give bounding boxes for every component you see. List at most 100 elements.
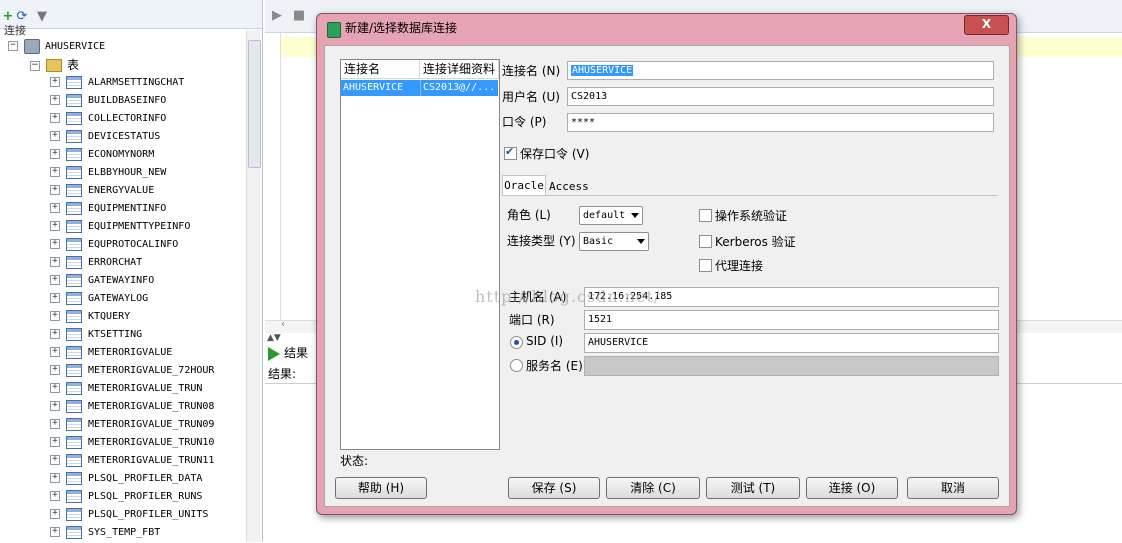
table-node[interactable]: + SYS_TEMP_FBT — [50, 524, 160, 542]
expand-icon[interactable]: + — [50, 293, 60, 303]
column-header-details[interactable]: 连接详细资料 — [420, 60, 499, 79]
connection-list[interactable]: 连接名 连接详细资料 AHUSERVICE CS2013@//... — [340, 59, 500, 450]
table-node[interactable]: + KTQUERY — [50, 308, 130, 326]
expand-icon[interactable]: + — [50, 401, 60, 411]
save-password-checkbox[interactable] — [504, 145, 517, 160]
table-node[interactable]: + METERORIGVALUE_TRUN — [50, 380, 202, 398]
expand-icon[interactable]: + — [50, 329, 60, 339]
table-node[interactable]: + GATEWAYLOG — [50, 290, 148, 308]
table-node[interactable]: + METERORIGVALUE_TRUN10 — [50, 434, 214, 452]
table-node[interactable]: + GATEWAYINFO — [50, 272, 154, 290]
table-node[interactable]: + PLSQL_PROFILER_DATA — [50, 470, 202, 488]
table-node[interactable]: + PLSQL_PROFILER_UNITS — [50, 506, 208, 524]
expand-icon[interactable]: + — [50, 383, 60, 393]
table-icon — [66, 453, 82, 467]
expand-icon[interactable]: + — [50, 473, 60, 483]
column-header-name[interactable]: 连接名 — [341, 60, 420, 79]
service-name-radio[interactable] — [510, 359, 523, 372]
expand-icon[interactable]: + — [50, 527, 60, 537]
expand-icon[interactable]: + — [50, 131, 60, 141]
table-node[interactable]: + EQUIPMENTINFO — [50, 200, 166, 218]
password-label: 口令 (P) — [502, 115, 547, 129]
expand-icon[interactable]: + — [50, 113, 60, 123]
tree-root-node[interactable]: − AHUSERVICE — [8, 38, 105, 56]
collapse-icon[interactable]: − — [8, 41, 18, 51]
test-button[interactable]: 测试 (T) — [706, 477, 800, 499]
table-node[interactable]: + DEVICESTATUS — [50, 128, 160, 146]
table-node[interactable]: + EQUPROTOCALINFO — [50, 236, 178, 254]
table-label: PLSQL_PROFILER_RUNS — [88, 491, 203, 502]
expand-icon[interactable]: + — [50, 185, 60, 195]
close-button[interactable]: X — [964, 15, 1009, 35]
expand-icon[interactable]: + — [50, 491, 60, 501]
connect-button[interactable]: 连接 (O) — [806, 477, 898, 499]
connection-row-details[interactable]: CS2013@//... — [420, 80, 498, 96]
conn-name-input[interactable]: AHUSERVICE — [567, 61, 994, 80]
expand-icon[interactable]: + — [50, 365, 60, 375]
help-button[interactable]: 帮助 (H) — [335, 477, 427, 499]
save-button[interactable]: 保存 (S) — [508, 477, 600, 499]
scrollbar-thumb[interactable] — [248, 40, 261, 168]
table-icon — [66, 363, 82, 377]
expand-icon[interactable]: + — [50, 275, 60, 285]
table-node[interactable]: + ELBBYHOUR_NEW — [50, 164, 166, 182]
table-node[interactable]: + METERORIGVALUE_TRUN09 — [50, 416, 214, 434]
table-node[interactable]: + EQUIPMENTTYPEINFO — [50, 218, 190, 236]
table-icon — [66, 435, 82, 449]
tab-oracle[interactable]: Oracle — [502, 175, 546, 195]
expand-icon[interactable]: + — [50, 311, 60, 321]
table-node[interactable]: + PLSQL_PROFILER_RUNS — [50, 488, 202, 506]
scroll-left-icon[interactable]: ‹ — [281, 319, 285, 330]
filter-icon[interactable]: ▼ — [34, 9, 50, 25]
sid-input[interactable]: AHUSERVICE — [584, 333, 999, 353]
splitter-arrows-icon[interactable]: ▲▼ — [267, 333, 281, 343]
expand-icon[interactable]: + — [50, 167, 60, 177]
expand-icon[interactable]: + — [50, 149, 60, 159]
collapse-icon[interactable]: − — [30, 60, 40, 71]
table-icon — [66, 525, 82, 539]
tree-scrollbar[interactable] — [246, 30, 261, 542]
table-node[interactable]: + ENERGYVALUE — [50, 182, 154, 200]
expand-icon[interactable]: + — [50, 419, 60, 429]
expand-icon[interactable]: + — [50, 509, 60, 519]
table-node[interactable]: + METERORIGVALUE_TRUN08 — [50, 398, 214, 416]
table-label: BUILDBASEINFO — [88, 95, 167, 106]
table-node[interactable]: + BUILDBASEINFO — [50, 92, 166, 110]
table-node[interactable]: + ERRORCHAT — [50, 254, 142, 272]
table-node[interactable]: + METERORIGVALUE_72HOUR — [50, 362, 214, 380]
results-tab[interactable]: 结果 — [268, 343, 308, 363]
clear-button[interactable]: 清除 (C) — [606, 477, 700, 499]
table-node[interactable]: + ECONOMYNORM — [50, 146, 154, 164]
table-node[interactable]: + COLLECTORINFO — [50, 110, 166, 128]
role-select[interactable]: default — [579, 206, 643, 225]
proxy-checkbox[interactable] — [699, 259, 712, 272]
table-icon — [66, 201, 82, 215]
expand-icon[interactable]: + — [50, 221, 60, 231]
stop-icon[interactable]: ■ — [291, 8, 307, 24]
expand-icon[interactable]: + — [50, 347, 60, 357]
run-icon[interactable]: ▶ — [269, 8, 285, 24]
kerberos-label: Kerberos 验证 — [715, 235, 796, 249]
expand-icon[interactable]: + — [50, 95, 60, 105]
expand-icon[interactable]: + — [50, 239, 60, 249]
port-input[interactable]: 1521 — [584, 310, 999, 330]
tables-folder-node[interactable]: − 表 — [30, 56, 79, 74]
expand-icon[interactable]: + — [50, 203, 60, 213]
conn-type-select[interactable]: Basic — [579, 232, 649, 251]
cancel-button[interactable]: 取消 — [907, 477, 999, 499]
kerberos-checkbox[interactable] — [699, 235, 712, 248]
connection-row-name[interactable]: AHUSERVICE — [341, 80, 420, 96]
table-node[interactable]: + METERORIGVALUE — [50, 344, 172, 362]
table-node[interactable]: + METERORIGVALUE_TRUN11 — [50, 452, 214, 470]
username-input[interactable]: CS2013 — [567, 87, 994, 106]
expand-icon[interactable]: + — [50, 257, 60, 267]
expand-icon[interactable]: + — [50, 77, 60, 87]
expand-icon[interactable]: + — [50, 437, 60, 447]
table-node[interactable]: + KTSETTING — [50, 326, 142, 344]
tab-access[interactable]: Access — [549, 177, 589, 196]
os-auth-checkbox[interactable] — [699, 209, 712, 222]
expand-icon[interactable]: + — [50, 455, 60, 465]
sid-radio[interactable] — [510, 336, 523, 349]
password-input[interactable]: **** — [567, 113, 994, 132]
table-node[interactable]: + ALARMSETTINGCHAT — [50, 74, 184, 92]
